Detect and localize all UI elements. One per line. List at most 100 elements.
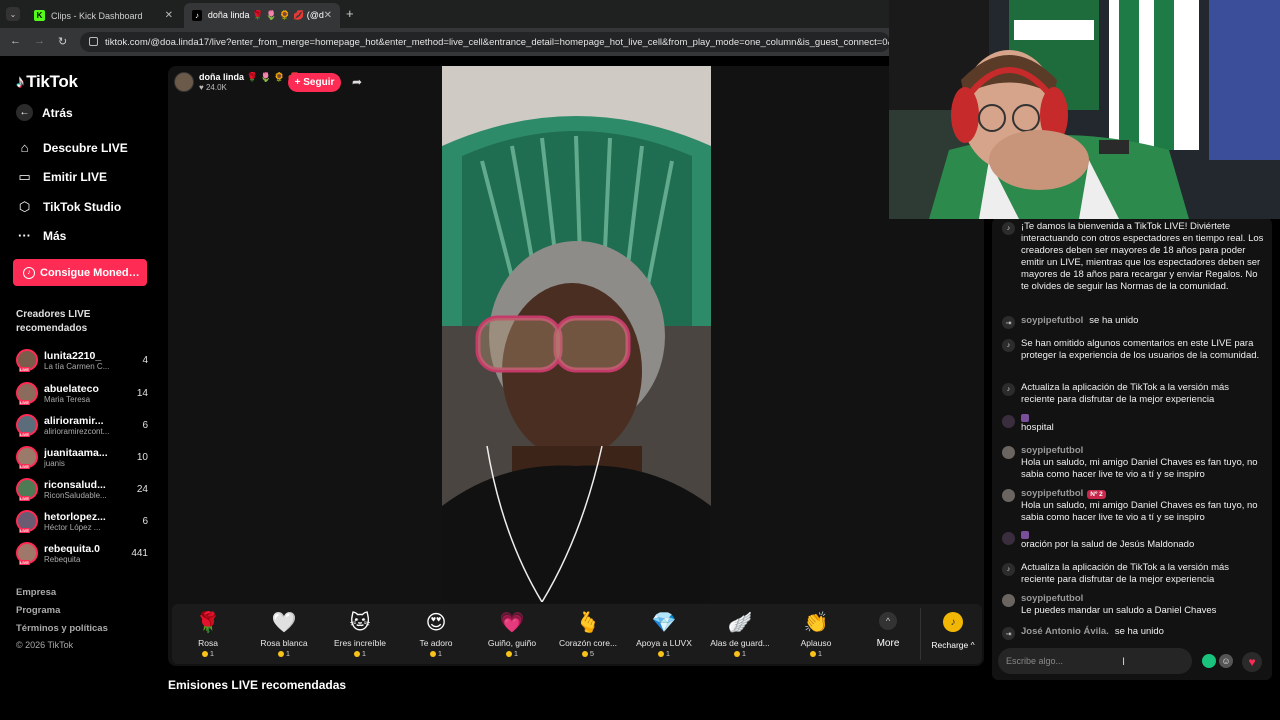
avatar[interactable] xyxy=(1002,594,1015,607)
chat-input[interactable]: Escribe algo... xyxy=(998,648,1192,674)
creator-name: alirioramir... xyxy=(44,414,104,427)
cat-icon: 🐱 xyxy=(349,612,371,634)
live-badge: LIVE xyxy=(19,560,30,565)
creator-item[interactable]: LIVE rebequita.0 Rebequita 441 xyxy=(16,539,148,567)
chat-username[interactable]: soypipefutbol xyxy=(1021,445,1264,457)
footer-program-link[interactable]: Programa xyxy=(16,605,60,616)
chat-text: hospital xyxy=(1021,422,1054,433)
level-badge-icon xyxy=(1021,531,1029,539)
host-avatar[interactable] xyxy=(174,72,194,92)
video-frame xyxy=(442,66,711,602)
nav-discover-live[interactable]: ⌂ Descubre LIVE xyxy=(16,140,128,155)
follow-button[interactable]: + Seguir xyxy=(288,73,341,92)
creator-item[interactable]: LIVE alirioramir... alirioramirezcont... … xyxy=(16,411,148,439)
nav-go-live[interactable]: ▭ Emitir LIVE xyxy=(16,169,107,185)
tiktok-icon: ♪ xyxy=(1002,339,1015,352)
creator-item[interactable]: LIVE juanitaama... juanis 10 xyxy=(16,443,148,471)
avatar[interactable] xyxy=(1002,532,1015,545)
gift-white-rose[interactable]: 🤍 Rosa blanca 1 xyxy=(248,610,320,658)
chat-username[interactable]: José Antonio Ávila. xyxy=(1021,626,1109,637)
gift-apoya-luvx[interactable]: 💎 Apoya a LUVX 1 xyxy=(628,610,700,658)
enter-icon: ⇥ xyxy=(1002,316,1015,329)
footer-company-link[interactable]: Empresa xyxy=(16,587,56,598)
back-label: Atrás xyxy=(42,105,73,120)
new-tab-button[interactable]: + xyxy=(346,6,354,21)
studio-icon: ⬡ xyxy=(18,199,31,214)
footer-terms-link[interactable]: Términos y políticas xyxy=(16,623,108,634)
tab-kick-dashboard[interactable]: K Clips - Kick Dashboard ✕ xyxy=(26,3,181,28)
share-icon[interactable]: ➦ xyxy=(352,75,362,89)
chat-text: Hola un saludo, mi amigo Daniel Chaves e… xyxy=(1021,457,1258,480)
chat-username[interactable]: soypipefutbol xyxy=(1021,315,1083,326)
gift-te-adoro[interactable]: 😍 Te adoro 1 xyxy=(400,610,472,658)
site-info-icon[interactable] xyxy=(89,37,98,46)
recharge-button[interactable]: ♪ Recharge ^ xyxy=(924,612,982,650)
gift-name: Eres increíble xyxy=(334,638,386,648)
gift-price: 1 xyxy=(704,649,776,658)
gift-name: Rosa blanca xyxy=(260,638,308,648)
more-gifts-button[interactable]: ^ More xyxy=(862,612,914,649)
gift-alas-guardian[interactable]: 🪽 Alas de guard... 1 xyxy=(704,610,776,658)
tab-tiktok-live[interactable]: ♪ doña linda 🌹 🌷 🌻 💋 (@doa. ✕ xyxy=(184,3,340,28)
creator-name: hetorlopez... xyxy=(44,510,106,523)
avatar[interactable] xyxy=(1002,415,1015,428)
get-coins-button[interactable]: ♪ Consigue Moned… xyxy=(13,259,147,286)
nav-tiktok-studio[interactable]: ⬡ TikTok Studio xyxy=(16,199,121,215)
avatar[interactable] xyxy=(1002,446,1015,459)
gift-rose[interactable]: 🌹 Rosa 1 xyxy=(172,610,244,658)
gift-price-value: 5 xyxy=(589,649,595,658)
creator-name: riconsalud... xyxy=(44,478,106,491)
creator-item[interactable]: LIVE hetorlopez... Héctor López ... 6 xyxy=(16,507,148,535)
gift-price: 1 xyxy=(780,649,852,658)
reload-icon[interactable]: ↻ xyxy=(58,35,67,48)
chat-text: Le puedes mandar un saludo a Daniel Chav… xyxy=(1021,605,1217,616)
tiktok-logo[interactable]: ♪ TikTok xyxy=(16,72,78,92)
chat-bubble-icon[interactable] xyxy=(1202,654,1216,668)
gift-price: 1 xyxy=(628,649,700,658)
like-heart-icon[interactable]: ♥ xyxy=(1242,652,1262,672)
live-video[interactable] xyxy=(442,66,711,602)
avatar[interactable] xyxy=(1002,489,1015,502)
gift-price: 1 xyxy=(248,649,320,658)
chat-text: Actualiza la aplicación de TikTok a la v… xyxy=(1021,382,1230,405)
tiktok-icon: ♪ xyxy=(1002,563,1015,576)
nav-more[interactable]: ··· Más xyxy=(16,228,66,243)
creator-name: rebequita.0 xyxy=(44,542,101,555)
arrow-left-icon: ← xyxy=(16,104,33,121)
chat-message: hospital xyxy=(1002,414,1264,434)
chat-message: ♪ Se han omitido algunos comentarios en … xyxy=(1002,338,1264,362)
back-button[interactable]: ← Atrás xyxy=(16,104,73,121)
gift-bar: 🌹 Rosa 1 🤍 Rosa blanca 1 🐱 Eres increíbl… xyxy=(172,604,982,664)
creator-item[interactable]: LIVE lunita2210_ La tía Carmen C... 4 xyxy=(16,346,148,374)
chat-username[interactable]: soypipefutbol xyxy=(1021,593,1216,605)
chat-message: ⇥ soypipefutbol se ha unido xyxy=(1002,315,1264,329)
rose-icon: 🌹 xyxy=(195,612,221,634)
gift-eres-increible[interactable]: 🐱 Eres increíble 1 xyxy=(324,610,396,658)
gift-name: Corazón core... xyxy=(558,638,618,648)
host-info[interactable]: doña linda 🌹 🌷 🌻 💋 ♥ 24.0K xyxy=(174,72,299,92)
chat-message: ⇥ José Antonio Ávila. se ha unido xyxy=(1002,626,1264,640)
back-arrow-icon[interactable]: ← xyxy=(10,35,21,47)
gift-price-value: 1 xyxy=(817,649,823,658)
gift-price-value: 1 xyxy=(209,649,215,658)
chat-text: Hola un saludo, mi amigo Daniel Chaves e… xyxy=(1021,500,1258,523)
live-badge: LIVE xyxy=(19,496,30,501)
gift-aplauso[interactable]: 👏 Aplauso 1 xyxy=(780,610,852,658)
tiktok-icon: ♪ xyxy=(1002,383,1015,396)
pink-heart-icon: 💗 xyxy=(499,612,525,634)
avatar: LIVE xyxy=(16,414,38,437)
tab-search-button[interactable]: ⌄ xyxy=(6,7,20,21)
coin-icon xyxy=(277,650,284,657)
forward-arrow-icon[interactable]: → xyxy=(34,35,45,47)
gift-guino[interactable]: 💗 Guiño, guiño 1 xyxy=(476,610,548,658)
avatar: LIVE xyxy=(16,382,38,405)
chat-username[interactable]: soypipefutbol xyxy=(1021,488,1083,500)
close-icon[interactable]: ✕ xyxy=(165,10,173,21)
chat-message: soypipefutbol Hola un saludo, mi amigo D… xyxy=(1002,445,1264,481)
creator-item[interactable]: LIVE abuelateco Maria Teresa 14 xyxy=(16,379,148,407)
creator-item[interactable]: LIVE riconsalud... RiconSaludable... 24 xyxy=(16,475,148,503)
close-icon[interactable]: ✕ xyxy=(324,10,332,21)
url-field[interactable]: tiktok.com/@doa.linda17/live?enter_from_… xyxy=(80,32,890,52)
emoji-icon[interactable]: ☺ xyxy=(1219,654,1233,668)
gift-corazon-coreano[interactable]: 🫰 Corazón core... 5 xyxy=(552,610,624,658)
